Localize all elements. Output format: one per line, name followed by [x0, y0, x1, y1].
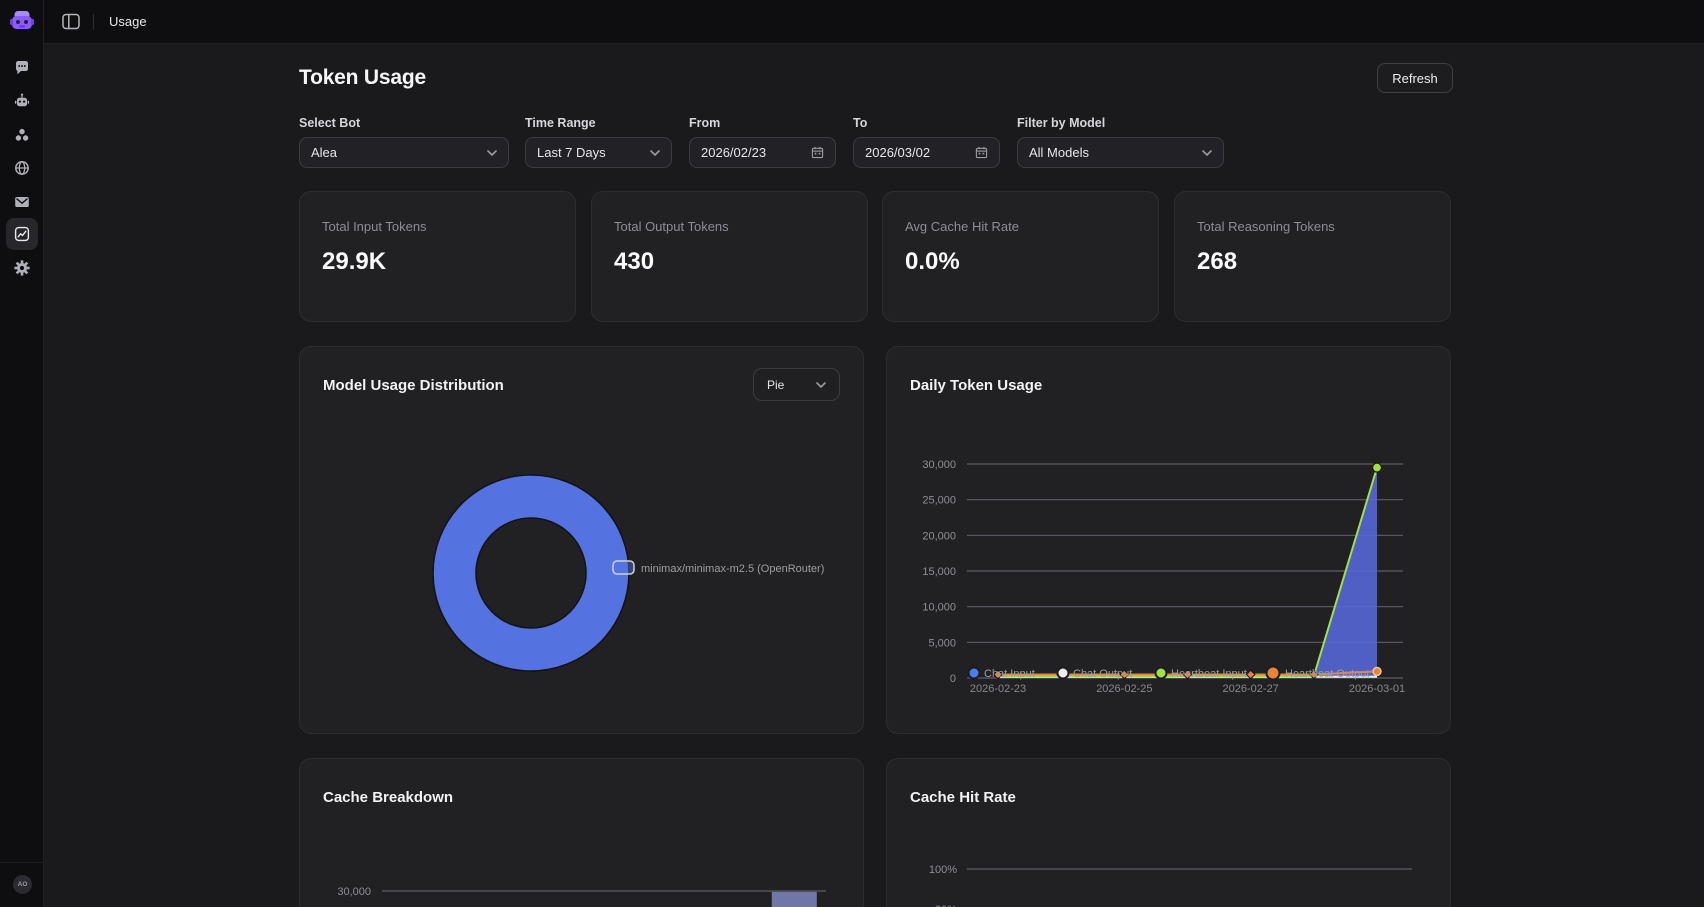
- envelope-icon: [14, 194, 30, 210]
- card-title: Model Usage Distribution: [323, 377, 504, 394]
- svg-text:2026-02-25: 2026-02-25: [1096, 683, 1152, 695]
- chevron-down-icon: [650, 150, 660, 156]
- svg-text:25,000: 25,000: [922, 495, 956, 507]
- to-date-field[interactable]: 2026/03/02: [853, 137, 1000, 168]
- topbar-divider: [93, 14, 94, 30]
- chart-type-value: Pie: [767, 378, 784, 392]
- filter-model-dropdown[interactable]: All Models: [1017, 137, 1224, 168]
- stat-card-cache-hit-rate: Avg Cache Hit Rate 0.0%: [882, 191, 1159, 322]
- svg-text:5,000: 5,000: [928, 637, 956, 649]
- svg-text:2026-02-27: 2026-02-27: [1223, 683, 1279, 695]
- from-date-field[interactable]: 2026/02/23: [689, 137, 836, 168]
- stat-label: Avg Cache Hit Rate: [905, 219, 1019, 234]
- stat-value: 29.9K: [322, 248, 386, 276]
- svg-text:0: 0: [950, 673, 956, 685]
- time-range-label: Time Range: [525, 116, 596, 130]
- svg-text:30,000: 30,000: [922, 459, 956, 471]
- svg-text:2026-03-01: 2026-03-01: [1349, 683, 1405, 695]
- refresh-button[interactable]: Refresh: [1377, 63, 1453, 93]
- page-title: Token Usage: [299, 66, 426, 90]
- card-title: Daily Token Usage: [910, 377, 1042, 394]
- stat-card-total-input: Total Input Tokens 29.9K: [299, 191, 576, 322]
- robot-icon: [14, 93, 30, 109]
- cache-breakdown-card: Cache Breakdown 30,00025,00020,00015,000…: [299, 758, 864, 907]
- stat-label: Total Output Tokens: [614, 219, 729, 234]
- svg-text:10,000: 10,000: [922, 602, 956, 614]
- svg-text:Chat Output: Chat Output: [1073, 668, 1132, 680]
- select-bot-dropdown[interactable]: Alea: [299, 137, 509, 168]
- svg-text:20,000: 20,000: [922, 530, 956, 542]
- time-range-value: Last 7 Days: [537, 145, 606, 160]
- sidebar-toggle-icon[interactable]: [62, 13, 80, 30]
- svg-text:100%: 100%: [929, 864, 957, 876]
- card-title: Cache Breakdown: [323, 789, 453, 806]
- chevron-down-icon: [487, 150, 497, 156]
- model-usage-pie-chart: minimax/minimax-m2.5 (OpenRouter): [300, 347, 865, 735]
- avatar-initials: AO: [18, 881, 28, 888]
- app-logo-robot-icon[interactable]: [9, 8, 35, 34]
- cache-hit-rate-chart: 100%80%60%40%20%0%: [887, 759, 1452, 907]
- svg-text:minimax/minimax-m2.5 (OpenRout: minimax/minimax-m2.5 (OpenRouter): [641, 563, 824, 575]
- sidebar-item-usage[interactable]: [6, 218, 38, 250]
- time-range-dropdown[interactable]: Last 7 Days: [525, 137, 672, 168]
- calendar-icon: [811, 146, 824, 159]
- line-chart-icon: [14, 226, 30, 242]
- chart-type-dropdown[interactable]: Pie: [753, 368, 840, 401]
- cache-hit-rate-card: Cache Hit Rate 100%80%60%40%20%0%: [886, 758, 1451, 907]
- svg-text:15,000: 15,000: [922, 566, 956, 578]
- user-avatar[interactable]: AO: [13, 875, 32, 894]
- filter-model-label: Filter by Model: [1017, 116, 1105, 130]
- select-bot-label: Select Bot: [299, 116, 360, 130]
- topbar: Usage: [44, 0, 1704, 44]
- nodes-cluster-icon: [14, 127, 30, 143]
- chevron-down-icon: [1202, 150, 1212, 156]
- stat-card-reasoning: Total Reasoning Tokens 268: [1174, 191, 1451, 322]
- from-date-value: 2026/02/23: [701, 145, 766, 160]
- svg-text:Chat Input: Chat Input: [984, 668, 1035, 680]
- daily-token-usage-card: Daily Token Usage 0 5,000 10,000 15,000 20,0…: [886, 346, 1451, 734]
- stat-label: Total Reasoning Tokens: [1197, 219, 1335, 234]
- stat-value: 268: [1197, 248, 1237, 276]
- sidebar: AO: [0, 0, 44, 907]
- stat-value: 430: [614, 248, 654, 276]
- to-date-label: To: [853, 116, 867, 130]
- from-date-label: From: [689, 116, 720, 130]
- svg-text:Heartbeat Input: Heartbeat Input: [1171, 668, 1247, 680]
- svg-text:30,000: 30,000: [337, 886, 371, 898]
- card-title: Cache Hit Rate: [910, 789, 1016, 806]
- select-bot-value: Alea: [311, 145, 337, 160]
- stat-card-total-output: Total Output Tokens 430: [591, 191, 868, 322]
- stat-value: 0.0%: [905, 248, 960, 276]
- daily-token-usage-chart: 0 5,000 10,000 15,000 20,000 25,000 30,000 Chat…: [887, 347, 1452, 735]
- model-usage-distribution-card: Model Usage Distribution Pie minimax/min…: [299, 346, 864, 734]
- main-content: Token Usage Refresh Select Bot Alea Time…: [44, 44, 1704, 907]
- sidebar-item-web[interactable]: [6, 152, 38, 184]
- sidebar-divider: [0, 862, 44, 863]
- sidebar-item-bots[interactable]: [6, 85, 38, 117]
- chat-bubble-icon: [14, 60, 30, 76]
- sidebar-item-chats[interactable]: [6, 52, 38, 84]
- to-date-value: 2026/03/02: [865, 145, 930, 160]
- sidebar-item-mail[interactable]: [6, 186, 38, 218]
- chevron-down-icon: [816, 382, 826, 388]
- sidebar-item-settings[interactable]: [6, 252, 38, 284]
- filter-model-value: All Models: [1029, 145, 1089, 160]
- stat-label: Total Input Tokens: [322, 219, 427, 234]
- calendar-icon: [975, 146, 988, 159]
- svg-text:2026-02-23: 2026-02-23: [970, 683, 1026, 695]
- cache-breakdown-chart: 30,00025,00020,00015,00010,0005,0000: [300, 759, 865, 907]
- topbar-title: Usage: [109, 14, 147, 29]
- globe-icon: [14, 160, 30, 176]
- svg-text:Heartbeat Output: Heartbeat Output: [1285, 668, 1369, 680]
- sidebar-item-nodes[interactable]: [6, 119, 38, 151]
- gear-icon: [14, 260, 30, 276]
